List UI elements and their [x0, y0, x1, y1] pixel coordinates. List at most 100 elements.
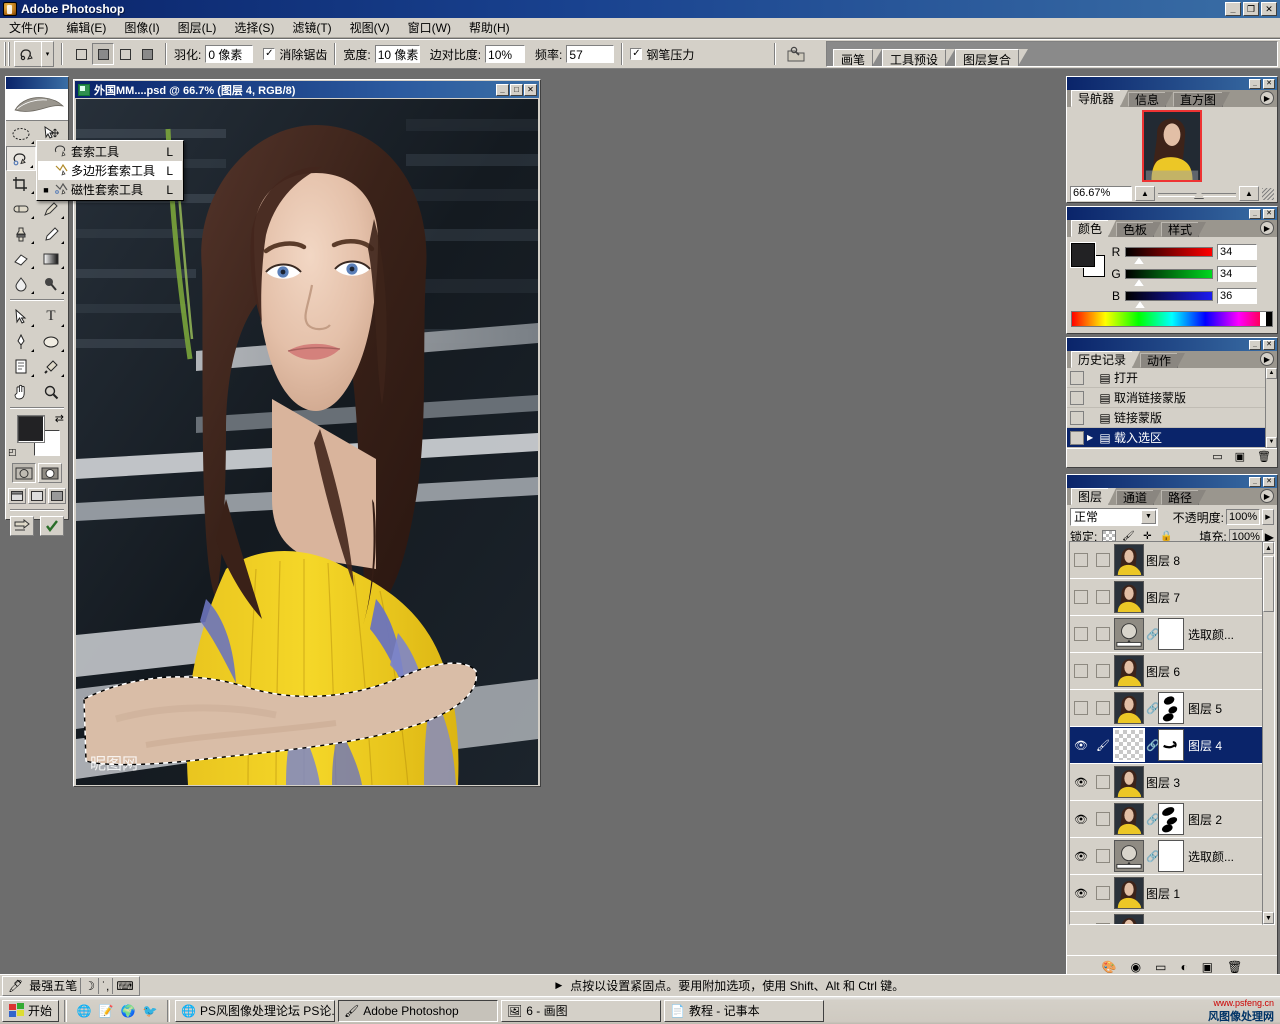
intersect-selection-button[interactable] — [136, 43, 158, 65]
subtract-from-selection-button[interactable] — [114, 43, 136, 65]
antialias-checkbox[interactable]: ✓ — [263, 48, 276, 60]
zoom-out-button[interactable]: ▲ — [1135, 186, 1155, 201]
layer-visibility-toggle[interactable] — [1070, 553, 1092, 567]
type-tool[interactable]: T — [36, 304, 66, 329]
hand-tool[interactable] — [6, 379, 36, 404]
healing-brush-tool[interactable] — [6, 196, 36, 221]
layer-visibility-toggle[interactable]: 👁 — [1070, 739, 1092, 752]
value-g[interactable]: 34 — [1217, 266, 1257, 282]
flyout-item-magnetic-lasso[interactable]: ■ 磁性套索工具 L — [38, 180, 182, 199]
lasso-tool[interactable] — [6, 146, 36, 171]
foreground-color-swatch[interactable] — [18, 416, 44, 442]
link-chain-icon[interactable]: 🔗 — [1146, 850, 1160, 863]
layer-name[interactable]: 选取颜... — [1188, 626, 1234, 643]
layer-mask-thumbnail[interactable] — [1158, 692, 1184, 724]
layer-thumbnail[interactable] — [1114, 581, 1144, 613]
start-button[interactable]: 开始 — [2, 999, 60, 1022]
layer-style-icon[interactable]: 🎨 — [1102, 960, 1117, 974]
tab-actions[interactable]: 动作 — [1140, 353, 1179, 368]
history-close-button[interactable]: ✕ — [1263, 339, 1275, 350]
tab-histogram[interactable]: 直方图 — [1173, 92, 1224, 107]
standard-mode-button[interactable] — [12, 463, 36, 483]
history-scrollbar[interactable]: ▲ ▼ — [1265, 368, 1277, 448]
zoom-tool[interactable] — [36, 379, 66, 404]
well-tab-tool-presets[interactable]: 工具预设 — [882, 49, 947, 67]
color-titlebar[interactable]: _ ✕ — [1067, 207, 1277, 220]
taskbar-item-browser[interactable]: 🌐 PS风图像处理论坛 PS论... — [175, 999, 336, 1022]
layer-visibility-toggle[interactable]: 👁 — [1070, 776, 1092, 789]
tab-swatches[interactable]: 色板 — [1116, 222, 1155, 237]
taskbar-item-notepad[interactable]: 📄 教程 - 记事本 — [664, 999, 825, 1022]
close-button[interactable]: ✕ — [1261, 2, 1277, 16]
new-group-icon[interactable]: ▭ — [1155, 960, 1166, 974]
menu-edit[interactable]: 编辑(E) — [57, 17, 115, 38]
layer-visibility-toggle[interactable]: 👁 — [1070, 850, 1092, 863]
history-item[interactable]: ▤ 链接蒙版 — [1067, 408, 1277, 428]
menu-view[interactable]: 视图(V) — [341, 17, 399, 38]
layer-visibility-toggle[interactable] — [1070, 627, 1092, 641]
ime-pen-icon[interactable]: 🖊 — [5, 977, 26, 994]
standard-screen-mode-button[interactable] — [8, 488, 26, 504]
layer-thumbnail[interactable] — [1113, 728, 1145, 762]
opacity-value[interactable]: 100% — [1226, 509, 1260, 525]
layer-link-toggle[interactable] — [1092, 590, 1114, 604]
restore-button[interactable]: ❐ — [1243, 2, 1259, 16]
menu-image[interactable]: 图像(I) — [115, 17, 168, 38]
ime-toolbar[interactable]: 🖊 最强五笔 ☽ ˙, ⌨ — [2, 975, 140, 996]
layers-scroll-thumb[interactable] — [1263, 556, 1274, 612]
layer-link-toggle[interactable] — [1092, 553, 1114, 567]
link-chain-icon[interactable]: 🔗 — [1146, 702, 1160, 715]
zoom-in-button[interactable]: ▲ — [1239, 186, 1259, 201]
toolbox-titlebar[interactable] — [6, 77, 68, 89]
menu-select[interactable]: 选择(S) — [225, 17, 283, 38]
layer-edit-indicator[interactable]: 🖌 — [1092, 739, 1114, 752]
layer-name[interactable]: 背景 — [1146, 922, 1170, 925]
table-row[interactable]: 图层 8 — [1070, 542, 1264, 579]
messenger-icon[interactable]: 🐦 — [141, 1002, 159, 1020]
navigator-preview[interactable] — [1067, 107, 1277, 185]
layer-name[interactable]: 图层 7 — [1146, 589, 1180, 606]
layer-mask-thumbnail[interactable] — [1158, 729, 1184, 761]
eraser-tool[interactable] — [6, 246, 36, 271]
layer-thumbnail[interactable] — [1114, 655, 1144, 687]
document-titlebar[interactable]: 外国MM....psd @ 66.7% (图层 4, RGB/8) _ □ ✕ — [75, 81, 539, 98]
ime-name[interactable]: 最强五笔 — [26, 977, 80, 994]
frequency-input[interactable]: 57 — [566, 45, 615, 63]
layer-name[interactable]: 图层 8 — [1146, 552, 1180, 569]
tab-info[interactable]: 信息 — [1128, 92, 1167, 107]
ime-moon-icon[interactable]: ☽ — [81, 977, 98, 994]
layers-close-button[interactable]: ✕ — [1263, 476, 1275, 487]
status-arrow-icon[interactable]: ▶ — [555, 980, 562, 991]
history-snapshot-box[interactable] — [1070, 410, 1084, 425]
document-minimize-button[interactable]: _ — [496, 83, 509, 96]
new-document-icon[interactable]: ▭ — [1212, 450, 1222, 463]
pen-pressure-checkbox[interactable]: ✓ — [630, 48, 643, 60]
link-chain-icon[interactable]: 🔗 — [1146, 739, 1160, 752]
layer-mask-icon[interactable]: ◉ — [1131, 960, 1141, 974]
well-tab-brushes[interactable]: 画笔 — [833, 49, 874, 67]
layer-name[interactable]: 图层 2 — [1188, 811, 1222, 828]
layer-thumbnail[interactable] — [1114, 544, 1144, 576]
history-item[interactable]: ▤ 打开 — [1067, 368, 1277, 388]
navigator-resize-grip[interactable] — [1262, 187, 1274, 200]
globe-icon[interactable]: 🌍 — [119, 1002, 137, 1020]
value-r[interactable]: 34 — [1217, 244, 1257, 260]
layer-link-toggle[interactable] — [1092, 664, 1114, 678]
swap-colors-icon[interactable]: ⇄ — [55, 412, 64, 425]
menu-layer[interactable]: 图层(L) — [169, 17, 226, 38]
navigator-close-button[interactable]: ✕ — [1263, 78, 1275, 89]
default-colors-icon[interactable]: ◰ — [8, 447, 17, 458]
menu-window[interactable]: 窗口(W) — [399, 17, 460, 38]
antialias-checkbox-group[interactable]: ✓ 消除锯齿 — [263, 46, 327, 63]
layer-visibility-toggle[interactable] — [1070, 664, 1092, 678]
pen-tool[interactable] — [6, 329, 36, 354]
zoom-level-input[interactable]: 66.67% — [1070, 186, 1132, 201]
opacity-stepper[interactable]: ▶ — [1262, 509, 1274, 525]
history-minimize-button[interactable]: _ — [1249, 339, 1261, 350]
history-item[interactable]: ▶ ▤ 载入选区 — [1067, 428, 1277, 448]
document-restore-button[interactable]: □ — [510, 83, 523, 96]
table-row[interactable]: 👁 图层 3 — [1070, 764, 1264, 801]
slider-g[interactable] — [1125, 269, 1213, 286]
color-foreground-swatch[interactable] — [1071, 243, 1095, 267]
adjustment-layer-thumbnail[interactable] — [1114, 840, 1144, 872]
